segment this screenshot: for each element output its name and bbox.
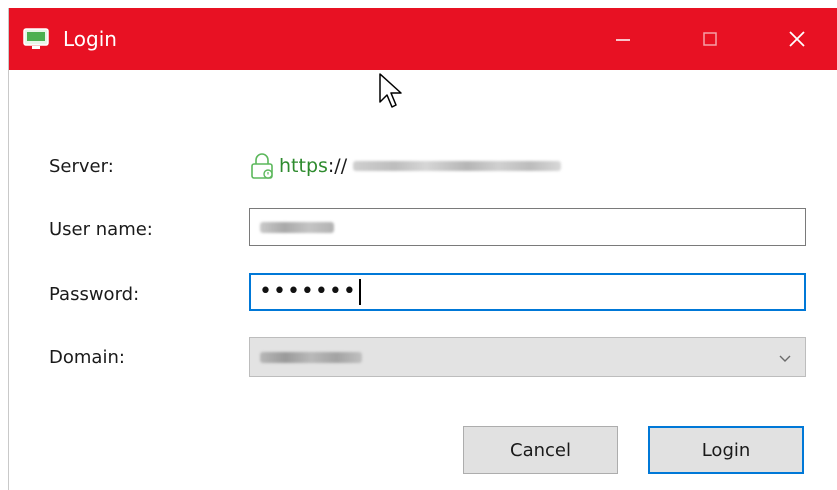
login-button[interactable]: Login — [648, 426, 804, 474]
password-mask: ••••••• — [259, 279, 361, 305]
domain-select[interactable] — [249, 337, 806, 377]
domain-label: Domain: — [49, 347, 125, 368]
minimize-button[interactable] — [587, 8, 659, 70]
username-label: User name: — [49, 219, 153, 240]
chevron-down-icon — [779, 355, 791, 362]
password-mask-dots: ••••••• — [259, 279, 357, 304]
window-title: Login — [63, 27, 117, 51]
server-scheme: https — [279, 155, 328, 177]
password-label: Password: — [49, 284, 140, 305]
domain-value-redacted — [260, 352, 362, 363]
maximize-icon — [703, 32, 717, 46]
mouse-pointer-icon — [379, 73, 402, 108]
username-input[interactable] — [249, 208, 806, 246]
server-url: https :// — [249, 151, 562, 181]
monitor-icon — [23, 28, 49, 49]
maximize-button[interactable] — [674, 8, 746, 70]
server-label: Server: — [49, 156, 114, 177]
close-icon — [789, 31, 805, 47]
screen-top-strip — [0, 0, 837, 8]
cancel-button[interactable]: Cancel — [463, 426, 618, 474]
lock-icon — [251, 153, 273, 179]
close-button[interactable] — [761, 8, 833, 70]
login-dialog: Login Server: https :// User name: Passw… — [8, 8, 837, 490]
server-host-redacted — [353, 161, 562, 171]
username-value-redacted — [260, 222, 334, 233]
password-input[interactable]: ••••••• — [249, 273, 806, 311]
server-separator: :// — [327, 155, 348, 177]
minimize-icon — [616, 39, 630, 41]
title-bar[interactable]: Login — [9, 8, 837, 70]
text-caret — [358, 279, 361, 305]
